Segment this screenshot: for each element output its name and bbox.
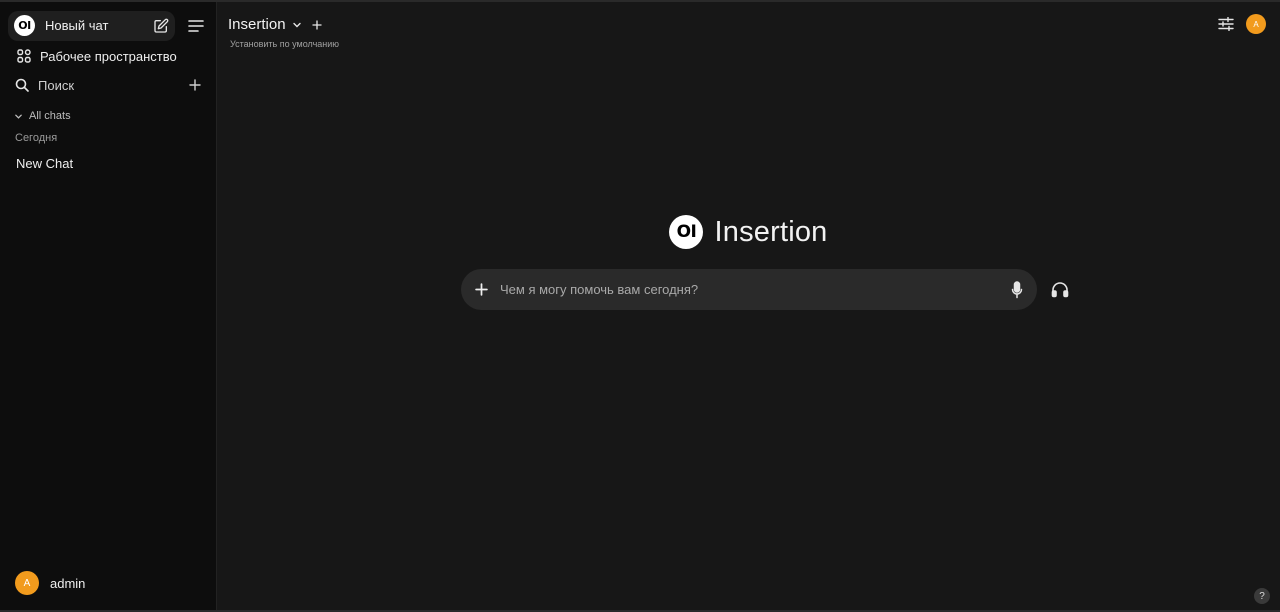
avatar: A	[15, 571, 39, 595]
message-composer	[461, 269, 1037, 310]
model-name[interactable]: Insertion	[228, 16, 286, 33]
main-area: Insertion Установить по умолчанию A OI I…	[217, 2, 1280, 612]
model-selector: Insertion	[228, 16, 322, 33]
hero-branding: OI Insertion	[217, 215, 1280, 249]
all-chats-toggle[interactable]: All chats	[0, 109, 216, 123]
plus-icon[interactable]	[189, 79, 201, 91]
chat-list-item[interactable]: New Chat	[0, 156, 216, 171]
header-actions: A	[1218, 14, 1266, 34]
avatar[interactable]: A	[1246, 14, 1266, 34]
sidebar-item-search[interactable]: Поиск	[0, 71, 216, 99]
chevron-down-icon	[14, 112, 23, 121]
plus-icon[interactable]	[475, 283, 488, 296]
set-default-link[interactable]: Установить по умолчанию	[230, 39, 339, 49]
sidebar: OI Новый чат Рабочее пространство Поиск …	[0, 2, 217, 612]
chat-section-date: Сегодня	[15, 132, 58, 144]
sidebar-item-workspace[interactable]: Рабочее пространство	[0, 42, 216, 70]
hero-title: Insertion	[714, 215, 828, 248]
search-icon	[15, 78, 29, 92]
help-button[interactable]: ?	[1254, 588, 1270, 604]
user-name: admin	[50, 575, 86, 591]
new-chat-label: Новый чат	[45, 18, 109, 33]
sliders-icon[interactable]	[1218, 17, 1234, 31]
add-model-plus-icon[interactable]	[311, 19, 322, 30]
edit-icon[interactable]	[153, 18, 169, 34]
chevron-down-icon[interactable]	[292, 20, 302, 30]
app-logo-icon: OI	[14, 15, 35, 36]
microphone-icon[interactable]	[1011, 280, 1023, 299]
menu-icon[interactable]	[185, 15, 207, 37]
user-menu[interactable]: A admin	[15, 571, 85, 595]
app-logo-icon: OI	[669, 215, 704, 249]
sidebar-top: OI Новый чат	[0, 2, 216, 41]
new-chat-button[interactable]: OI Новый чат	[8, 10, 175, 41]
all-chats-label: All chats	[29, 110, 71, 122]
composer-row	[461, 269, 1071, 310]
sidebar-item-label: Рабочее пространство	[40, 48, 177, 64]
sidebar-item-label: Поиск	[38, 77, 75, 93]
app-window: OI Новый чат Рабочее пространство Поиск …	[0, 0, 1280, 612]
message-input[interactable]	[500, 282, 1011, 297]
grid-icon	[17, 49, 31, 63]
headphones-icon[interactable]	[1049, 279, 1071, 301]
